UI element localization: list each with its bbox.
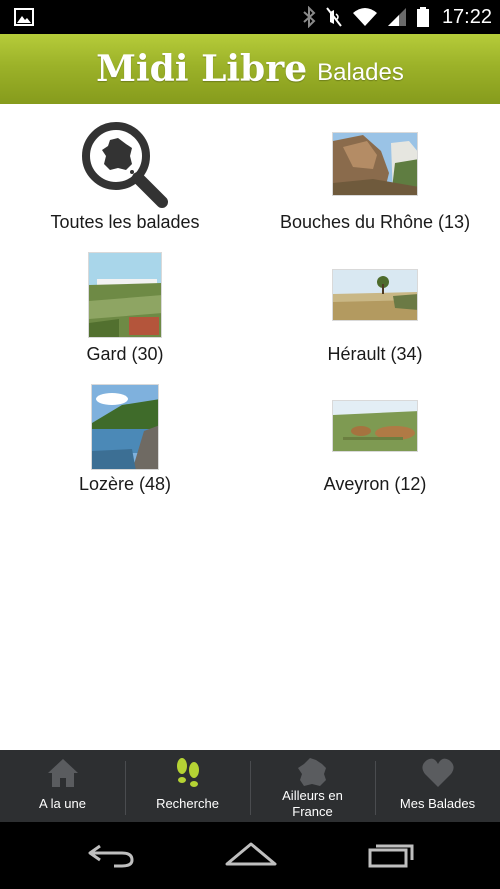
battery-icon <box>416 7 429 27</box>
section-title: Balades <box>317 59 404 86</box>
tab-label: Mes Balades <box>399 796 476 811</box>
clock: 17:22 <box>441 5 492 28</box>
region-all[interactable]: Toutes les balades <box>0 104 250 244</box>
heart-icon <box>421 758 454 787</box>
region-lozere[interactable]: Lozère (48) <box>0 374 250 504</box>
signal-icon <box>387 8 406 26</box>
region-thumbnail <box>332 269 418 321</box>
region-label: Aveyron (12) <box>323 474 427 494</box>
home-nav-icon[interactable] <box>224 840 278 870</box>
tab-bar: A la une Recherche Ailleurs en France Me… <box>0 750 500 822</box>
region-label: Gard (30) <box>86 344 164 364</box>
app-screen: 17:22 Midi Libre Balades Toutes les bala… <box>0 0 500 889</box>
tab-label: Recherche <box>156 796 219 811</box>
region-thumbnail <box>332 400 418 452</box>
tab-ailleurs-en-france[interactable]: Ailleurs en France <box>250 750 375 822</box>
back-icon[interactable] <box>86 840 136 870</box>
region-herault[interactable]: Hérault (34) <box>250 244 500 374</box>
tab-recherche[interactable]: Recherche <box>125 750 250 822</box>
brand-title: Midi Libre <box>96 48 308 90</box>
region-thumbnail <box>332 132 418 196</box>
tab-label-line2: France <box>292 804 333 819</box>
region-aveyron[interactable]: Aveyron (12) <box>250 374 500 504</box>
system-nav-bar <box>0 822 500 889</box>
image-icon <box>14 8 34 26</box>
status-icons: 17:22 <box>302 0 492 34</box>
tab-label: A la une <box>39 796 86 811</box>
status-bar: 17:22 <box>0 0 500 34</box>
france-map-icon <box>297 758 326 786</box>
region-gard[interactable]: Gard (30) <box>0 244 250 374</box>
tab-label-line1: Ailleurs en <box>282 788 343 803</box>
region-thumbnail <box>88 252 162 338</box>
tab-mes-balades[interactable]: Mes Balades <box>375 750 500 822</box>
wifi-icon <box>352 8 377 26</box>
region-thumbnail <box>91 384 159 470</box>
mute-icon <box>326 7 342 27</box>
bluetooth-icon <box>303 6 316 28</box>
recents-icon[interactable] <box>366 840 416 870</box>
app-header: Midi Libre Balades <box>0 34 500 104</box>
region-bouches-du-rhone[interactable]: Bouches du Rhône (13) <box>250 104 500 244</box>
tab-a-la-une[interactable]: A la une <box>0 750 125 822</box>
region-label: Toutes les balades <box>50 212 200 232</box>
region-label: Lozère (48) <box>78 474 172 494</box>
region-label: Hérault (34) <box>327 344 423 364</box>
footprints-icon <box>176 758 199 787</box>
home-icon <box>47 759 78 787</box>
search-france-icon <box>82 122 168 208</box>
region-label: Bouches du Rhône (13) <box>279 212 471 232</box>
